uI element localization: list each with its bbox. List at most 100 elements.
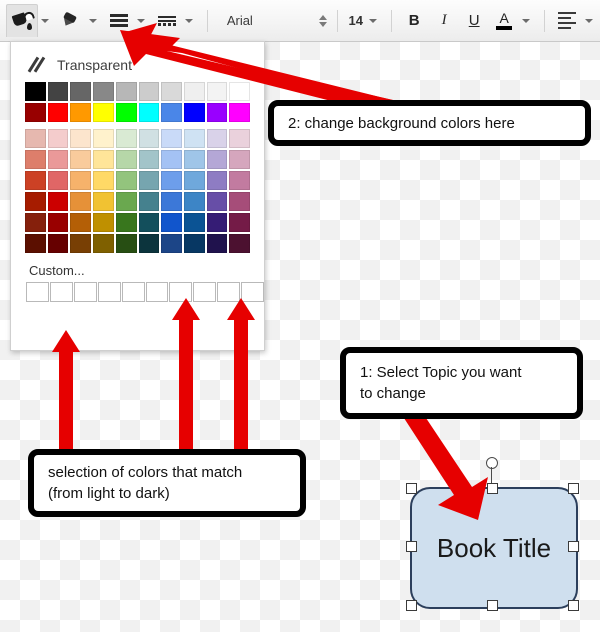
swatch-tint-rows[interactable] <box>25 129 251 253</box>
swatch-row-tint-4[interactable] <box>25 192 251 211</box>
color-swatch[interactable] <box>115 129 137 148</box>
color-swatch[interactable] <box>25 103 46 122</box>
color-swatch[interactable] <box>115 213 137 232</box>
color-swatch[interactable] <box>229 150 251 169</box>
color-swatch[interactable] <box>183 213 205 232</box>
line-weight-chevron-down-icon[interactable] <box>137 18 145 23</box>
line-dash-group[interactable] <box>152 6 200 36</box>
color-swatch[interactable] <box>25 129 46 148</box>
selection-handle-middle-right[interactable] <box>568 541 579 552</box>
line-weight-group[interactable] <box>104 6 152 36</box>
color-swatch[interactable] <box>70 192 92 211</box>
swatch-row-standard[interactable] <box>25 103 251 122</box>
color-swatch[interactable] <box>183 82 205 101</box>
color-swatch[interactable] <box>183 150 205 169</box>
selection-handle-middle-left[interactable] <box>406 541 417 552</box>
color-swatch[interactable] <box>115 192 137 211</box>
selection-handle-top-right[interactable] <box>568 483 579 494</box>
color-swatch[interactable] <box>25 82 46 101</box>
color-swatch[interactable] <box>229 192 251 211</box>
color-swatch[interactable] <box>115 234 137 253</box>
color-swatch[interactable] <box>206 129 228 148</box>
color-swatch[interactable] <box>93 103 114 122</box>
color-swatch[interactable] <box>115 82 137 101</box>
color-swatch[interactable] <box>70 213 92 232</box>
color-swatch[interactable] <box>138 171 160 190</box>
custom-color-slot[interactable] <box>26 282 49 302</box>
color-swatch[interactable] <box>93 82 114 101</box>
line-dash-chevron-down-icon[interactable] <box>185 18 193 23</box>
swatch-row-tint-1[interactable] <box>25 129 251 148</box>
color-swatch[interactable] <box>206 192 228 211</box>
swatch-row-tint-2[interactable] <box>25 150 251 169</box>
color-swatch[interactable] <box>138 82 160 101</box>
custom-color-slot[interactable] <box>49 282 73 302</box>
color-swatch[interactable] <box>93 192 114 211</box>
color-swatch[interactable] <box>115 171 137 190</box>
swatch-row-tint-5[interactable] <box>25 213 251 232</box>
color-swatch[interactable] <box>183 171 205 190</box>
color-swatch[interactable] <box>138 129 160 148</box>
fill-color-group[interactable] <box>6 4 56 37</box>
color-swatch[interactable] <box>206 171 228 190</box>
color-swatch[interactable] <box>161 129 182 148</box>
color-swatch[interactable] <box>47 171 69 190</box>
color-swatch[interactable] <box>47 234 69 253</box>
font-size-value[interactable]: 14 <box>345 13 366 28</box>
font-size-spinner[interactable] <box>317 14 328 27</box>
line-color-button[interactable] <box>56 6 86 36</box>
color-swatch[interactable] <box>47 150 69 169</box>
line-color-chevron-down-icon[interactable] <box>89 18 97 23</box>
spinner-down-icon[interactable] <box>318 21 327 27</box>
color-swatch[interactable] <box>229 82 251 101</box>
align-button[interactable] <box>552 6 582 36</box>
color-swatch[interactable] <box>115 150 137 169</box>
color-swatch[interactable] <box>183 234 205 253</box>
custom-color-slot[interactable] <box>121 282 145 302</box>
color-swatch[interactable] <box>161 234 182 253</box>
color-swatch[interactable] <box>229 213 251 232</box>
align-chevron-down-icon[interactable] <box>584 18 593 23</box>
color-swatch[interactable] <box>93 213 114 232</box>
color-swatch[interactable] <box>47 192 69 211</box>
underline-button[interactable]: U <box>459 6 489 36</box>
color-swatch[interactable] <box>47 129 69 148</box>
color-swatch[interactable] <box>138 213 160 232</box>
font-size-chevron-down-icon[interactable] <box>369 18 378 23</box>
color-swatch[interactable] <box>229 103 251 122</box>
italic-button[interactable]: I <box>429 6 459 36</box>
color-swatch[interactable] <box>183 129 205 148</box>
color-swatch[interactable] <box>206 213 228 232</box>
custom-color-label[interactable]: Custom... <box>11 255 264 282</box>
line-dash-button[interactable] <box>152 6 182 36</box>
swatch-row-tint-6[interactable] <box>25 234 251 253</box>
custom-color-slot[interactable] <box>145 282 169 302</box>
color-swatch[interactable] <box>206 82 228 101</box>
custom-color-slot[interactable] <box>73 282 97 302</box>
selection-handle-bottom-left[interactable] <box>406 600 417 611</box>
color-swatch[interactable] <box>229 129 251 148</box>
fill-color-button[interactable] <box>6 4 38 37</box>
color-swatch[interactable] <box>138 234 160 253</box>
color-swatch[interactable] <box>183 192 205 211</box>
color-swatch[interactable] <box>70 234 92 253</box>
color-swatch[interactable] <box>25 171 46 190</box>
color-swatch[interactable] <box>93 171 114 190</box>
color-swatch[interactable] <box>229 171 251 190</box>
selection-handle-bottom-center[interactable] <box>487 600 498 611</box>
color-swatch[interactable] <box>70 103 92 122</box>
line-weight-button[interactable] <box>104 6 134 36</box>
color-swatch[interactable] <box>206 234 228 253</box>
color-swatch[interactable] <box>70 150 92 169</box>
color-swatch[interactable] <box>70 129 92 148</box>
color-swatch[interactable] <box>161 103 182 122</box>
line-color-group[interactable] <box>56 6 104 36</box>
spinner-up-icon[interactable] <box>318 14 327 20</box>
color-swatch[interactable] <box>25 213 46 232</box>
swatch-row-grayscale[interactable] <box>25 82 251 101</box>
text-color-chevron-down-icon[interactable] <box>522 18 531 23</box>
color-swatch[interactable] <box>161 171 182 190</box>
swatch-row-tint-3[interactable] <box>25 171 251 190</box>
color-swatch[interactable] <box>161 192 182 211</box>
color-swatch[interactable] <box>93 234 114 253</box>
